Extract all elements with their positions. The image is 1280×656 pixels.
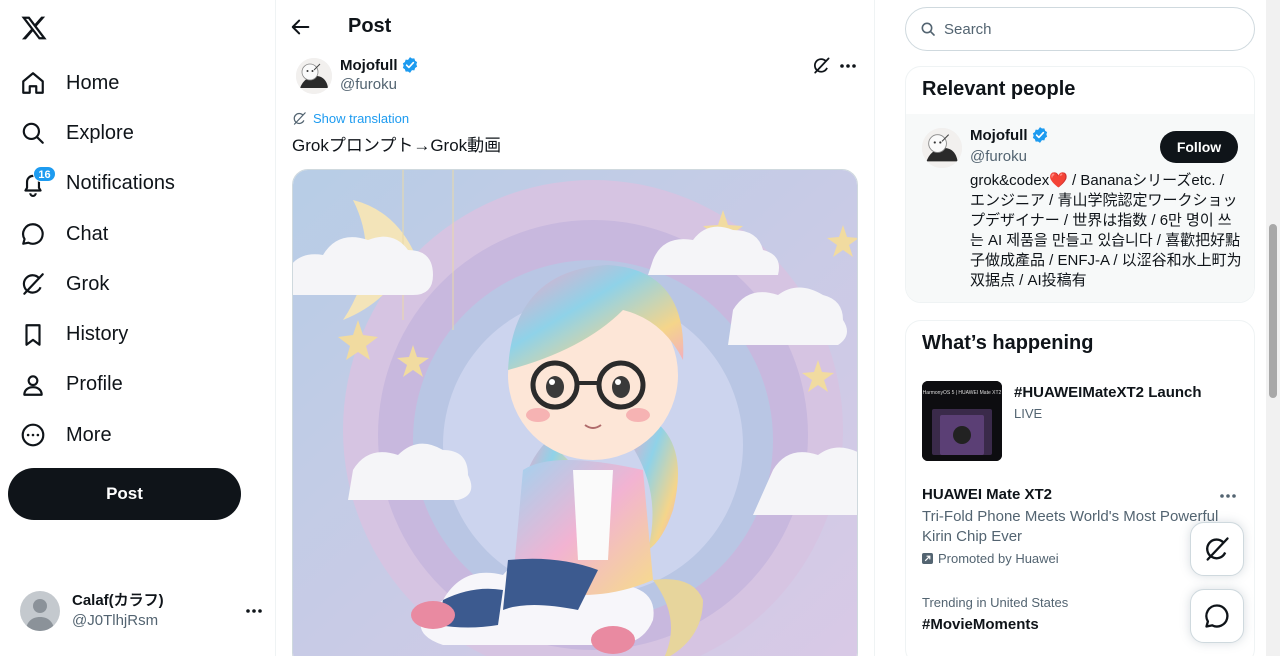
nav-item-history[interactable]: History bbox=[8, 309, 187, 359]
trend-title: #HUAWEIMateXT2 Launch bbox=[1014, 384, 1202, 401]
nav-item-profile[interactable]: Profile bbox=[8, 360, 187, 410]
bookmark-icon bbox=[25, 323, 41, 346]
show-translation-label: Show translation bbox=[313, 111, 410, 126]
primary-nav: Home Explore 16 Notifications Chat Grok … bbox=[8, 58, 187, 460]
more-horizontal-icon bbox=[246, 609, 262, 613]
scrollbar-thumb[interactable] bbox=[1269, 224, 1277, 398]
author-name[interactable]: Mojofull bbox=[340, 56, 419, 74]
trend-context: Trending in United States bbox=[922, 595, 1069, 610]
more-horizontal-icon[interactable] bbox=[1218, 486, 1238, 506]
grok-icon bbox=[22, 273, 44, 296]
nav-item-home[interactable]: Home bbox=[8, 58, 187, 108]
search-icon bbox=[921, 22, 935, 36]
nav-label: Grok bbox=[66, 272, 110, 295]
back-arrow-icon[interactable] bbox=[290, 16, 312, 38]
more-circle-icon bbox=[21, 423, 45, 447]
search-input[interactable] bbox=[944, 20, 1244, 38]
promoted-icon bbox=[922, 553, 933, 564]
account-handle: @J0TlhjRsm bbox=[72, 612, 159, 629]
user-cell[interactable]: Mojofull @furoku Follow grok&codex❤️ / B… bbox=[906, 114, 1254, 302]
author-avatar[interactable] bbox=[296, 58, 332, 94]
chibi-illustration bbox=[293, 170, 857, 656]
trend-thumbnail: HarmonyOS 5 | HUAWEI Mate XT2 bbox=[922, 381, 1002, 461]
live-label: LIVE bbox=[1014, 406, 1043, 421]
grok-icon bbox=[293, 112, 306, 125]
account-switcher[interactable]: Calaf(カラフ) @J0TlhjRsm bbox=[20, 588, 264, 634]
user-name-text: Mojofull bbox=[970, 126, 1028, 144]
section-title: What’s happening bbox=[922, 332, 1094, 354]
nav-label: Explore bbox=[66, 121, 134, 144]
search-icon bbox=[22, 123, 44, 145]
nav-item-notifications[interactable]: 16 Notifications bbox=[8, 159, 187, 209]
post-button[interactable]: Post bbox=[8, 468, 241, 520]
nav-label: More bbox=[66, 423, 112, 446]
avatar bbox=[20, 591, 60, 631]
promoted-by-text: Promoted by Huawei bbox=[938, 551, 1059, 566]
grok-icon[interactable] bbox=[812, 56, 831, 75]
avatar[interactable] bbox=[922, 128, 962, 168]
trend-item[interactable]: Trending in United States #MovieMoments bbox=[922, 595, 1068, 633]
show-translation-link[interactable]: Show translation bbox=[292, 111, 409, 126]
user-handle[interactable]: @furoku bbox=[970, 148, 1027, 165]
chat-icon bbox=[1205, 604, 1229, 628]
nav-label: Chat bbox=[66, 222, 109, 245]
chat-floating-button[interactable] bbox=[1190, 589, 1244, 643]
nav-label: Profile bbox=[66, 373, 123, 396]
verified-badge-icon bbox=[403, 57, 418, 73]
author-handle[interactable]: @furoku bbox=[340, 76, 397, 93]
nav-item-grok[interactable]: Grok bbox=[8, 259, 187, 309]
nav-label: Home bbox=[66, 71, 120, 94]
trend-hashtag: #MovieMoments bbox=[922, 616, 1039, 633]
left-sidebar: Home Explore 16 Notifications Chat Grok … bbox=[0, 0, 276, 656]
user-bio: grok&codex❤️ / Bananaシリーズetc. / エンジニア / … bbox=[970, 172, 1242, 289]
trend-item[interactable]: HarmonyOS 5 | HUAWEI Mate XT2 #HUAWEIMat… bbox=[922, 381, 1202, 461]
scrollbar[interactable] bbox=[1266, 0, 1280, 656]
nav-label: History bbox=[66, 323, 129, 346]
page-title: Post bbox=[348, 15, 392, 37]
account-name: Calaf(カラフ) bbox=[72, 592, 164, 609]
promo-title: HUAWEI Mate XT2 bbox=[922, 486, 1053, 503]
search-box[interactable] bbox=[905, 7, 1255, 51]
nav-item-explore[interactable]: Explore bbox=[8, 108, 187, 158]
more-horizontal-icon[interactable] bbox=[838, 56, 858, 76]
section-title: Relevant people bbox=[922, 78, 1076, 100]
relevant-people-card: Relevant people Mojofull @furoku Follow … bbox=[905, 66, 1255, 303]
promo-description: Tri-Fold Phone Meets World's Most Powerf… bbox=[922, 508, 1219, 545]
post-header: Post bbox=[276, 0, 874, 53]
author-name-text: Mojofull bbox=[340, 56, 398, 74]
verified-badge-icon bbox=[1033, 127, 1048, 143]
thumbnail-caption: HarmonyOS 5 | HUAWEI Mate XT2 bbox=[923, 390, 1002, 396]
grok-floating-button[interactable] bbox=[1190, 522, 1244, 576]
x-logo-icon[interactable] bbox=[20, 14, 48, 42]
nav-item-chat[interactable]: Chat bbox=[8, 209, 187, 259]
nav-label: Notifications bbox=[66, 172, 175, 195]
user-name[interactable]: Mojofull bbox=[970, 126, 1049, 144]
chat-icon bbox=[22, 223, 44, 245]
nav-item-more[interactable]: More bbox=[8, 410, 187, 460]
post-media-image[interactable] bbox=[292, 169, 858, 656]
person-icon bbox=[23, 375, 43, 396]
notification-badge: 16 bbox=[33, 165, 56, 182]
grok-icon bbox=[1206, 537, 1229, 561]
home-icon bbox=[22, 72, 44, 94]
post-text: Grokプロンプト→Grok動画 bbox=[292, 136, 502, 155]
follow-button[interactable]: Follow bbox=[1160, 131, 1238, 163]
